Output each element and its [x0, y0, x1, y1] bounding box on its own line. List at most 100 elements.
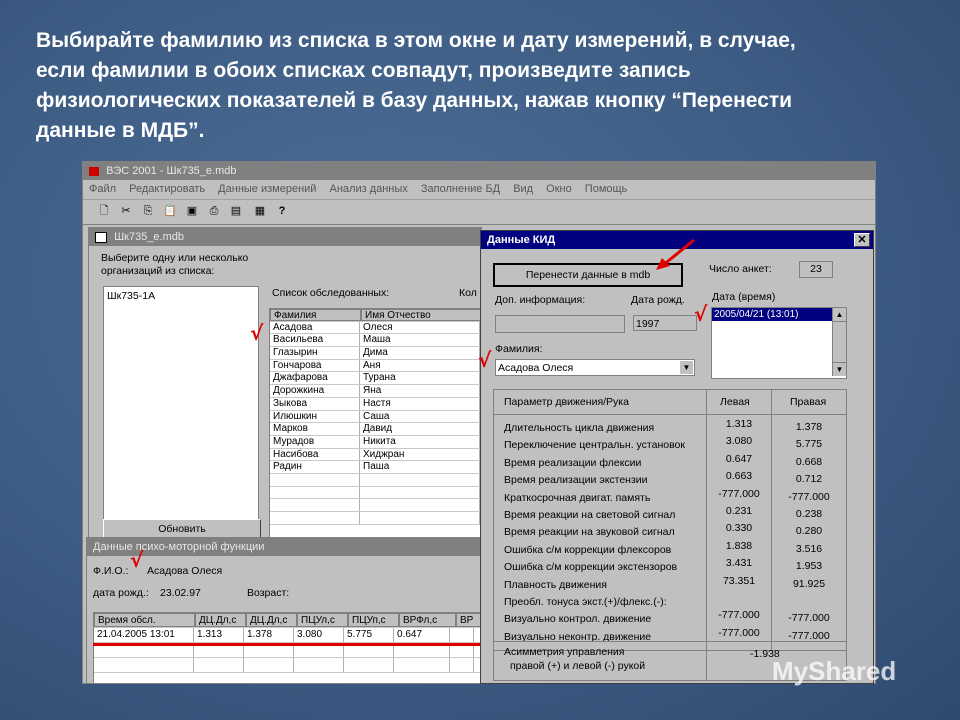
cell-surname: [270, 473, 360, 486]
cell-name: Маша: [360, 334, 480, 347]
table-row[interactable]: Асадова Олеся: [270, 321, 482, 335]
menu-db-fill[interactable]: Заполнение БД: [421, 183, 500, 195]
app-icon: [89, 166, 99, 176]
col-dcdl-1[interactable]: ДЦ.Дл,с: [195, 613, 246, 627]
org-list[interactable]: Шк735-1А: [103, 286, 259, 524]
cut-icon[interactable]: ✂: [119, 204, 133, 218]
checkmark-surname-list: √: [250, 321, 264, 345]
table-row[interactable]: Насибова Хиджран: [270, 448, 482, 462]
cell-surname: Джафарова: [270, 372, 360, 385]
cell-surname: [270, 486, 360, 499]
fio-label: Ф.И.О.:: [93, 565, 129, 577]
watermark-text: MyShared: [772, 656, 897, 686]
cell-surname: Насибова: [270, 448, 360, 461]
cell-surname: Илюшкин: [270, 410, 360, 423]
date-list[interactable]: 2005/04/21 (13:01) ▲ ▼: [711, 307, 847, 379]
col-pcup[interactable]: ПЦУп,с: [348, 613, 399, 627]
param-left-value: -777.000: [718, 626, 760, 639]
cell-name: [360, 486, 480, 499]
menu-analysis[interactable]: Анализ данных: [330, 183, 408, 195]
col-surname[interactable]: Фамилия: [270, 309, 361, 321]
cell-vrfl: 0.647: [394, 628, 450, 642]
col-name[interactable]: Имя Отчество: [361, 309, 482, 321]
new-icon[interactable]: 🗋: [97, 204, 111, 218]
col-pcul[interactable]: ПЦУл,с: [297, 613, 348, 627]
param-name: Время реализации флексии: [504, 456, 642, 469]
close-icon[interactable]: ✕: [854, 233, 870, 247]
table-row[interactable]: Васильева Маша: [270, 334, 482, 348]
menu-measurements[interactable]: Данные измерений: [218, 183, 316, 195]
table-row[interactable]: 21.04.2005 13:01 1.313 1.378 3.080 5.775…: [94, 628, 486, 643]
copy-icon[interactable]: ⎘: [141, 204, 155, 218]
db-icon[interactable]: ▦: [253, 204, 267, 218]
params-header: Параметр движения/Рука Левая Правая: [494, 390, 846, 415]
birthdate-field[interactable]: 1997: [633, 315, 697, 331]
help-icon[interactable]: ?: [275, 204, 289, 218]
col-dcdl-2[interactable]: ДЦ.Дл,с: [246, 613, 297, 627]
table-row[interactable]: Глазырин Дима: [270, 347, 482, 360]
param-left-value: 1.313: [725, 418, 753, 430]
checkmark-fio: √: [130, 548, 144, 572]
table-row[interactable]: Марков Давид: [270, 423, 482, 436]
param-right-value: -777.000: [788, 629, 830, 642]
cell-name: Олеся: [360, 321, 480, 334]
cell-dcdl-1: 1.313: [194, 628, 244, 642]
menu-file[interactable]: Файл: [89, 183, 116, 195]
chart-icon[interactable]: ▤: [229, 204, 243, 218]
param-right-value: 5.775: [795, 438, 823, 451]
menu-edit[interactable]: Редактировать: [129, 183, 205, 195]
col-vr-cut[interactable]: ВР: [456, 613, 481, 627]
menu-help[interactable]: Помощь: [585, 183, 628, 195]
organizations-titlebar: Шк735_е.mdb: [89, 228, 481, 246]
params-header-right: Правая: [790, 396, 827, 408]
scroll-down-icon[interactable]: ▼: [833, 362, 846, 376]
extra-info-field[interactable]: [495, 315, 625, 333]
date-list-scrollbar[interactable]: ▲ ▼: [832, 308, 846, 376]
scroll-up-icon[interactable]: ▲: [833, 308, 846, 322]
table-row[interactable]: Илюшкин Саша: [270, 410, 482, 424]
table-row[interactable]: Зыкова Настя: [270, 397, 482, 411]
table-row[interactable]: Гончарова Аня: [270, 359, 482, 373]
param-right-value: -777.000: [788, 612, 830, 625]
psycho-grid-header: Время обсл. ДЦ.Дл,с ДЦ.Дл,с ПЦУл,с ПЦУп,…: [94, 613, 486, 628]
table-row[interactable]: [270, 473, 482, 487]
menu-view[interactable]: Вид: [513, 183, 533, 195]
psycho-grid[interactable]: Время обсл. ДЦ.Дл,с ДЦ.Дл,с ПЦУл,с ПЦУп,…: [93, 612, 487, 684]
cell-surname: Дорожкина: [270, 385, 360, 397]
table-row[interactable]: Джафарова Турана: [270, 372, 482, 386]
table-row[interactable]: [270, 499, 482, 512]
table-row[interactable]: Дорожкина Яна: [270, 385, 482, 398]
print-icon[interactable]: ⎙: [207, 204, 221, 218]
col-vrfl[interactable]: ВРФл,с: [399, 613, 456, 627]
chevron-down-icon[interactable]: ▼: [680, 361, 693, 374]
refresh-button[interactable]: Обновить: [103, 519, 261, 539]
cell-surname: [270, 499, 360, 511]
param-name: Визуально контрол. движение: [504, 613, 652, 626]
kid-title: Данные КИД: [487, 234, 556, 246]
cell-name: Паша: [360, 461, 480, 473]
save-icon[interactable]: ▣: [185, 204, 199, 218]
asymmetry-label-2: правой (+) и левой (-) рукой: [510, 660, 646, 672]
param-name: Длительность цикла движения: [504, 422, 655, 434]
org-list-item[interactable]: Шк735-1А: [104, 287, 258, 306]
param-left-value: 1.838: [725, 539, 753, 552]
birthdate-label: Дата рожд.: [631, 294, 685, 306]
menu-window[interactable]: Окно: [546, 183, 572, 195]
cell-surname: Мурадов: [270, 435, 360, 448]
surname-select[interactable]: Асадова Олеся ▼: [495, 359, 695, 376]
params-divider-1: [706, 390, 707, 650]
table-row[interactable]: [270, 486, 482, 500]
table-row[interactable]: [270, 512, 482, 525]
param-name: Время реакции на световой сигнал: [504, 509, 676, 521]
param-name: Переключение центральн. установок: [504, 439, 685, 452]
table-row[interactable]: [94, 658, 486, 673]
table-row[interactable]: Радин Паша: [270, 461, 482, 474]
paste-icon[interactable]: 📋: [163, 204, 177, 218]
slide-title: Выбирайте фамилию из списка в этом окне …: [36, 29, 796, 142]
people-grid[interactable]: Фамилия Имя Отчество Асадова Олеся Василье…: [269, 308, 483, 540]
date-list-item-selected[interactable]: 2005/04/21 (13:01): [712, 308, 832, 321]
col-exam-time[interactable]: Время обсл.: [94, 613, 195, 627]
param-right-value: 1.378: [795, 421, 823, 433]
age-label: Возраст:: [247, 587, 290, 599]
table-row[interactable]: Мурадов Никита: [270, 435, 482, 449]
